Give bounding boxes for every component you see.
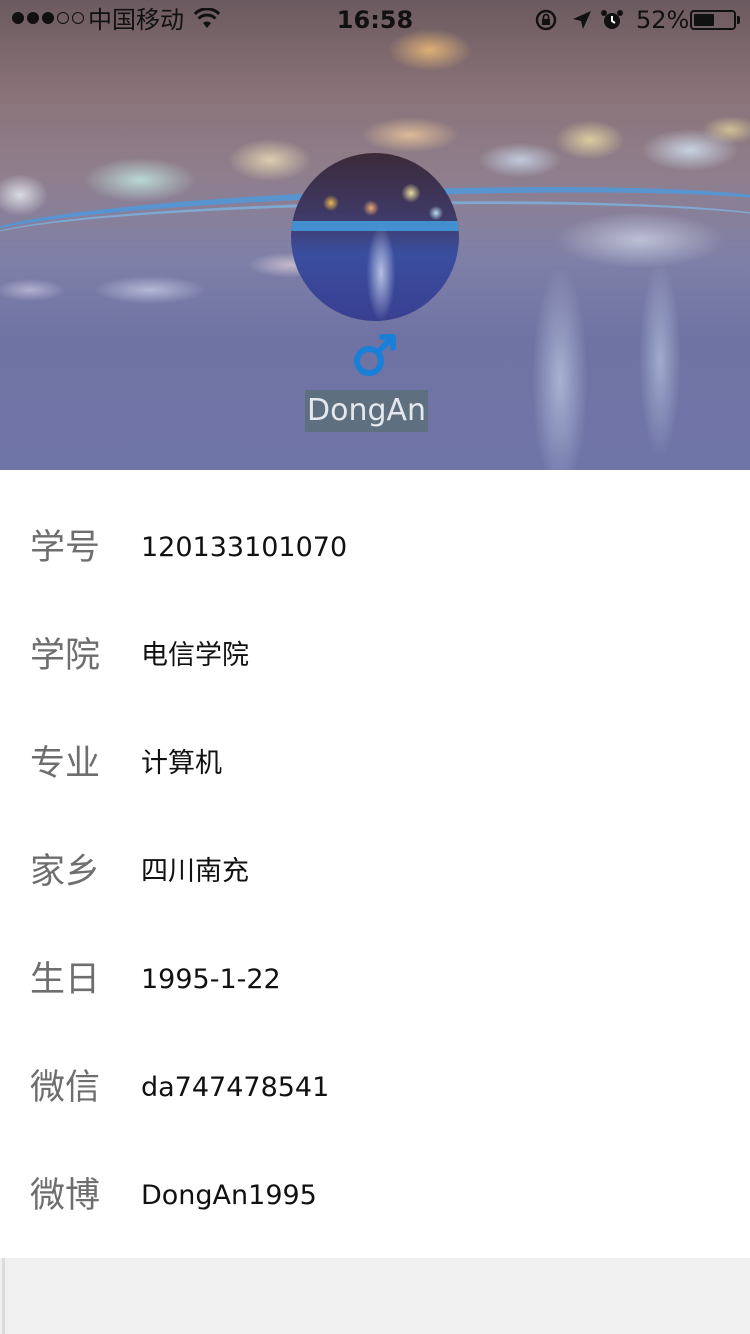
info-row-weibo: 微博 DongAn1995 [0,1118,750,1226]
info-row-hometown: 家乡 四川南充 [0,794,750,902]
status-bar: 中国移动 16:58 52% [0,0,750,40]
info-label: 微博 [30,1176,101,1216]
profile-name: DongAn [305,390,429,432]
bottom-empty-area [0,1258,750,1334]
battery-percentage: 52% [636,6,690,34]
rotation-lock-icon [535,9,557,31]
info-row-major: 专业 计算机 [0,686,750,794]
info-row-birthday: 生日 1995-1-22 [0,902,750,1010]
header-background-jellyfish [440,200,750,470]
location-arrow-icon [573,11,591,29]
avatar[interactable] [291,153,459,321]
alarm-clock-icon [601,10,623,29]
info-value: DongAn1995 [141,1180,317,1211]
profile-info-list: 学号 120133101070 学院 电信学院 专业 计算机 家乡 四川南充 生… [0,470,750,1258]
info-row-wechat: 微信 da747478541 [0,1010,750,1118]
profile-header: DongAn [0,0,750,470]
info-row-college: 学院 电信学院 [0,578,750,686]
info-row-student-id: 学号 120133101070 [0,470,750,578]
male-gender-icon [354,334,396,376]
battery-icon [690,10,740,30]
